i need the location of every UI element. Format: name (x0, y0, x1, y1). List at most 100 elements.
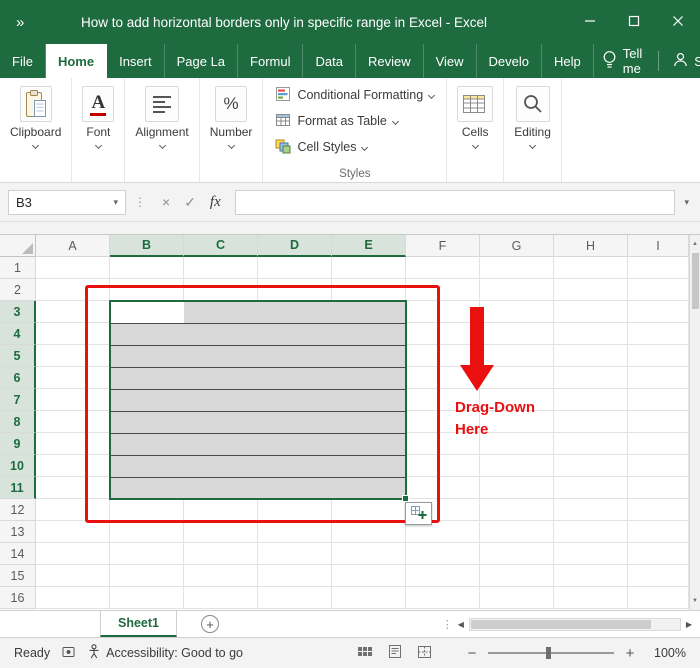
cell-A9[interactable] (36, 433, 110, 455)
cell-E5[interactable] (332, 345, 406, 367)
row-header-16[interactable]: 16 (0, 587, 36, 609)
cell-D11[interactable] (258, 477, 332, 499)
cell-D8[interactable] (258, 411, 332, 433)
cell-H15[interactable] (554, 565, 628, 587)
format-as-table-button[interactable]: Format as Table (275, 108, 399, 134)
cell-B16[interactable] (110, 587, 184, 609)
row-header-14[interactable]: 14 (0, 543, 36, 565)
cell-C8[interactable] (184, 411, 258, 433)
page-break-view-icon[interactable] (417, 645, 432, 662)
cell-C10[interactable] (184, 455, 258, 477)
active-cell-B3[interactable] (111, 302, 184, 323)
cell-G14[interactable] (480, 543, 554, 565)
cell-F7[interactable] (406, 389, 480, 411)
row-header-1[interactable]: 1 (0, 257, 36, 279)
tab-home[interactable]: Home (45, 44, 108, 78)
cell-A5[interactable] (36, 345, 110, 367)
cell-B9[interactable] (110, 433, 184, 455)
cell-H13[interactable] (554, 521, 628, 543)
cell-H1[interactable] (554, 257, 628, 279)
cell-E1[interactable] (332, 257, 406, 279)
cell-I9[interactable] (628, 433, 689, 455)
cell-E7[interactable] (332, 389, 406, 411)
row-header-8[interactable]: 8 (0, 411, 36, 433)
row-header-15[interactable]: 15 (0, 565, 36, 587)
cell-D1[interactable] (258, 257, 332, 279)
tab-formulas[interactable]: Formul (238, 44, 304, 78)
cell-H3[interactable] (554, 301, 628, 323)
cell-E15[interactable] (332, 565, 406, 587)
cell-G11[interactable] (480, 477, 554, 499)
cell-H16[interactable] (554, 587, 628, 609)
cell-A15[interactable] (36, 565, 110, 587)
cell-C9[interactable] (184, 433, 258, 455)
row-header-13[interactable]: 13 (0, 521, 36, 543)
cell-E12[interactable] (332, 499, 406, 521)
zoom-level-label[interactable]: 100% (646, 646, 686, 660)
cell-I3[interactable] (628, 301, 689, 323)
cell-F15[interactable] (406, 565, 480, 587)
cell-H7[interactable] (554, 389, 628, 411)
row-header-11[interactable]: 11 (0, 477, 36, 499)
cell-I13[interactable] (628, 521, 689, 543)
cell-G4[interactable] (480, 323, 554, 345)
cell-E9[interactable] (332, 433, 406, 455)
cell-A8[interactable] (36, 411, 110, 433)
cell-G15[interactable] (480, 565, 554, 587)
cell-H12[interactable] (554, 499, 628, 521)
column-header-D[interactable]: D (258, 235, 332, 257)
cell-B1[interactable] (110, 257, 184, 279)
row-header-10[interactable]: 10 (0, 455, 36, 477)
zoom-out-button[interactable]: − (465, 645, 479, 662)
cell-F10[interactable] (406, 455, 480, 477)
horizontal-scroll-thumb[interactable] (470, 619, 651, 629)
cell-D14[interactable] (258, 543, 332, 565)
vertical-scroll-thumb[interactable] (692, 253, 699, 309)
cell-B8[interactable] (110, 411, 184, 433)
cell-styles-button[interactable]: Cell Styles (275, 134, 369, 160)
cell-A16[interactable] (36, 587, 110, 609)
cell-B2[interactable] (110, 279, 184, 301)
tab-insert[interactable]: Insert (107, 44, 165, 78)
cell-A1[interactable] (36, 257, 110, 279)
scroll-right-icon[interactable]: ▶ (686, 620, 692, 629)
share-button[interactable]: Share (665, 52, 700, 70)
cell-E14[interactable] (332, 543, 406, 565)
cell-C15[interactable] (184, 565, 258, 587)
zoom-slider[interactable] (488, 647, 614, 659)
cell-G2[interactable] (480, 279, 554, 301)
cell-B15[interactable] (110, 565, 184, 587)
drag-handle-icon[interactable]: ⋮ (132, 195, 148, 209)
cell-D9[interactable] (258, 433, 332, 455)
cell-A2[interactable] (36, 279, 110, 301)
cell-I6[interactable] (628, 367, 689, 389)
alignment-dropdown-button[interactable]: Alignment (135, 86, 189, 150)
maximize-button[interactable] (612, 0, 656, 44)
cell-F11[interactable] (406, 477, 480, 499)
column-header-F[interactable]: F (406, 235, 480, 257)
cell-D6[interactable] (258, 367, 332, 389)
cell-F3[interactable] (406, 301, 480, 323)
cell-H6[interactable] (554, 367, 628, 389)
drag-handle-icon[interactable]: ⋮ (442, 618, 453, 631)
column-header-A[interactable]: A (36, 235, 110, 257)
cell-H2[interactable] (554, 279, 628, 301)
row-header-9[interactable]: 9 (0, 433, 36, 455)
cell-E13[interactable] (332, 521, 406, 543)
cell-A3[interactable] (36, 301, 110, 323)
cell-G12[interactable] (480, 499, 554, 521)
formula-input[interactable] (234, 189, 676, 215)
scroll-left-icon[interactable]: ◀ (458, 620, 464, 629)
column-header-C[interactable]: C (184, 235, 258, 257)
insert-function-icon[interactable]: fx (210, 194, 221, 211)
cell-I14[interactable] (628, 543, 689, 565)
cell-D16[interactable] (258, 587, 332, 609)
cell-C4[interactable] (184, 323, 258, 345)
horizontal-scroll-track[interactable] (468, 617, 681, 631)
cell-D4[interactable] (258, 323, 332, 345)
cell-D7[interactable] (258, 389, 332, 411)
tab-help[interactable]: Help (542, 44, 594, 78)
cell-C12[interactable] (184, 499, 258, 521)
cell-E10[interactable] (332, 455, 406, 477)
cell-A7[interactable] (36, 389, 110, 411)
